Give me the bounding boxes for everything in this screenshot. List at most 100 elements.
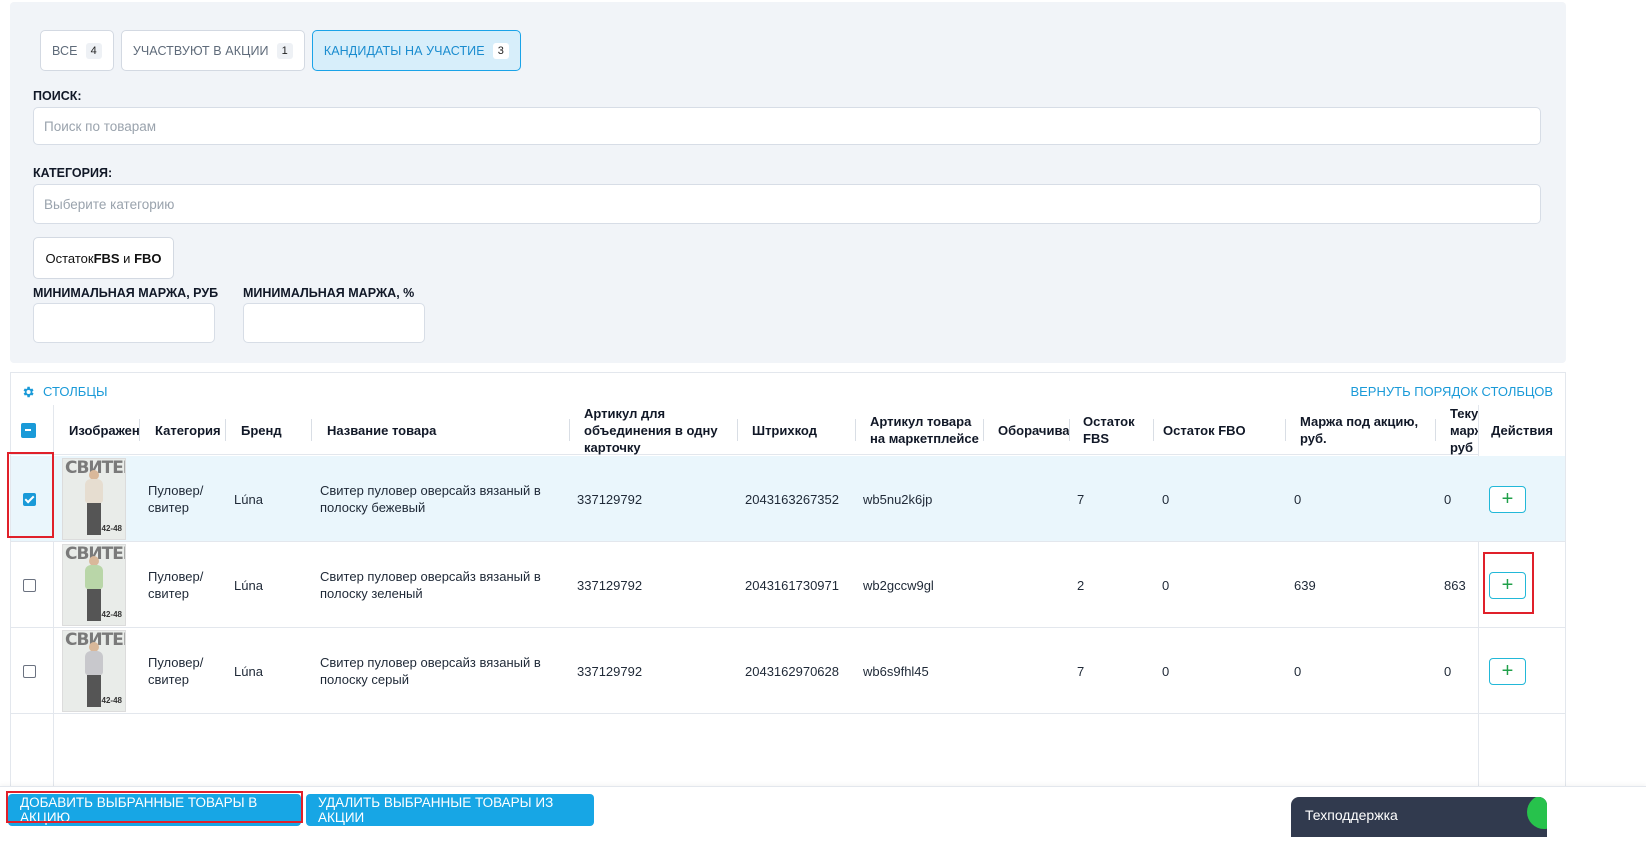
cell-margin-promo: 639 [1294, 577, 1316, 593]
header-mp-article[interactable]: Артикул товара на маркетплейсе [855, 405, 983, 455]
category-label: КАТЕГОРИЯ: [33, 166, 113, 180]
header-margin-current[interactable]: Текущая маржа, руб [1435, 405, 1479, 455]
category-select[interactable]: Выберите категорию [33, 184, 1541, 224]
sweater-figure [85, 565, 103, 589]
tab-label: ВСЕ [52, 43, 78, 58]
cell-name: Свитер пуловер оверсайз вязаный в полоск… [320, 569, 541, 601]
tab-all[interactable]: ВСЕ 4 [40, 30, 114, 71]
tab-count-badge: 3 [492, 42, 509, 59]
select-all-checkbox-cell[interactable] [21, 405, 51, 455]
table-row[interactable]: СВИТЕР 42-48 Пуловер/ свитер Lúna Свитер… [11, 628, 1565, 714]
cell-actions: + [1489, 628, 1526, 714]
header-barcode[interactable]: Штрихкод [737, 405, 855, 455]
thumb-size: 42-48 [101, 524, 122, 533]
product-thumbnail[interactable]: СВИТЕР 42-48 [62, 628, 126, 714]
cell-fbo: 0 [1162, 577, 1170, 593]
header-turnover-label: Оборачиваемость [998, 422, 1069, 438]
category-placeholder: Выберите категорию [44, 196, 175, 212]
header-article-join[interactable]: Артикул для объединения в одну карточку [569, 405, 737, 455]
cell-fbs: 7 [1077, 491, 1085, 507]
reset-columns-link[interactable]: ВЕРНУТЬ ПОРЯДОК СТОЛБЦОВ [1350, 384, 1553, 399]
header-turnover[interactable]: Оборачиваемость [983, 405, 1069, 455]
cell-article-join: 337129792 [577, 491, 643, 507]
header-fbo-label: Остаток FBO [1163, 422, 1246, 438]
columns-settings-link[interactable]: СТОЛБЦЫ [21, 384, 107, 399]
stock-fbs: FBS [93, 250, 120, 266]
row-checkbox[interactable] [23, 664, 36, 678]
cell-brand: Lúna [234, 577, 263, 593]
add-to-promo-button[interactable]: + [1489, 657, 1526, 685]
tab-candidates[interactable]: КАНДИДАТЫ НА УЧАСТИЕ 3 [311, 30, 521, 71]
header-category-label: Категория [155, 422, 221, 438]
min-margin-rub-input[interactable] [33, 303, 215, 343]
product-image: СВИТЕР 42-48 [62, 458, 126, 540]
header-fbs-label: Остаток FBS [1083, 414, 1135, 446]
search-input[interactable]: Поиск по товарам [33, 107, 1541, 145]
header-mp-article-label: Артикул товара на маркетплейсе [870, 414, 979, 446]
product-image: СВИТЕР 42-48 [62, 630, 126, 712]
cell-brand: Lúna [234, 491, 263, 507]
cell-fbs: 7 [1077, 663, 1085, 679]
products-table: СТОЛБЦЫ ВЕРНУТЬ ПОРЯДОК СТОЛБЦОВ Изображ… [10, 372, 1566, 793]
header-margin-promo-label: Маржа под акцию, руб. [1300, 414, 1419, 446]
select-all-checkbox[interactable] [21, 422, 36, 438]
highlight-checkbox [7, 452, 54, 538]
table-row[interactable]: СВИТЕР 42-48 Пуловер/ свитер Lúna Свитер… [11, 542, 1565, 628]
cell-mp-article: wb2gccw9gl [863, 577, 934, 593]
search-placeholder: Поиск по товарам [44, 118, 157, 134]
row-checkbox[interactable] [23, 578, 36, 592]
highlight-add-button [6, 791, 303, 823]
header-category[interactable]: Категория [139, 405, 225, 455]
header-name[interactable]: Название товара [311, 405, 569, 455]
row-checkbox-cell[interactable] [23, 542, 53, 628]
cell-name: Свитер пуловер оверсайз вязаный в полоск… [320, 483, 541, 515]
header-name-label: Название товара [327, 422, 437, 438]
product-thumbnail[interactable]: СВИТЕР 42-48 [62, 542, 126, 628]
min-margin-pct-input[interactable] [243, 303, 425, 343]
cell-margin-current: 0 [1444, 663, 1452, 679]
table-header: Изображение Категория Бренд Название тов… [11, 405, 1565, 455]
sweater-figure [85, 651, 103, 675]
cell-barcode: 2043162970628 [745, 663, 839, 679]
cell-name: Свитер пуловер оверсайз вязаный в полоск… [320, 655, 541, 687]
header-fbo[interactable]: Остаток FBO [1153, 405, 1285, 455]
cell-article-join: 337129792 [577, 577, 643, 593]
gear-icon [23, 386, 34, 397]
header-image[interactable]: Изображение [69, 405, 139, 455]
remove-selected-from-promo-button[interactable]: УДАЛИТЬ ВЫБРАННЫЕ ТОВАРЫ ИЗ АКЦИИ [306, 794, 594, 826]
header-brand[interactable]: Бренд [225, 405, 311, 455]
plus-icon: + [1501, 660, 1514, 682]
stock-fbs-fbo-button[interactable]: Остаток FBS и FBO [33, 237, 174, 279]
product-image: СВИТЕР 42-48 [62, 544, 126, 626]
row-checkbox-cell[interactable] [23, 628, 53, 714]
support-chat-widget[interactable]: Техподдержка [1291, 797, 1547, 837]
min-margin-pct-label: МИНИМАЛЬНАЯ МАРЖА, % [243, 286, 415, 300]
header-fbs[interactable]: Остаток FBS [1069, 405, 1153, 455]
cell-mp-article: wb5nu2k6jp [863, 491, 933, 507]
tab-participating[interactable]: УЧАСТВУЮТ В АКЦИИ 1 [120, 30, 305, 71]
cell-fbs: 2 [1077, 577, 1085, 593]
tab-label: КАНДИДАТЫ НА УЧАСТИЕ [323, 43, 485, 58]
header-margin-promo[interactable]: Маржа под акцию, руб. [1285, 405, 1435, 455]
tab-count-badge: 4 [85, 42, 102, 59]
model-legs [87, 589, 101, 621]
tab-count-badge: 1 [276, 42, 293, 59]
cell-margin-promo: 0 [1294, 491, 1302, 507]
table-row[interactable]: СВИТЕР 42-48 Пуловер/ свитер Lúna Свитер… [11, 456, 1565, 542]
cell-article-join: 337129792 [577, 663, 643, 679]
cell-brand: Lúna [234, 663, 263, 679]
product-thumbnail[interactable]: СВИТЕР 42-48 [62, 456, 126, 542]
highlight-plus-button [1483, 552, 1534, 614]
min-margin-rub-label: МИНИМАЛЬНАЯ МАРЖА, РУБ [33, 286, 219, 300]
support-label: Техподдержка [1305, 807, 1398, 823]
search-label: ПОИСК: [33, 89, 82, 103]
thumb-size: 42-48 [101, 610, 122, 619]
cell-category: Пуловер/ свитер [148, 655, 204, 687]
filters-panel: ВСЕ 4 УЧАСТВУЮТ В АКЦИИ 1 КАНДИДАТЫ НА У… [10, 2, 1566, 363]
cell-category: Пуловер/ свитер [148, 569, 204, 601]
header-actions: Действия [1479, 405, 1565, 455]
cell-fbo: 0 [1162, 663, 1170, 679]
add-to-promo-button[interactable]: + [1489, 485, 1526, 513]
stock-fbo: FBO [134, 250, 162, 266]
cell-barcode: 2043161730971 [745, 577, 839, 593]
